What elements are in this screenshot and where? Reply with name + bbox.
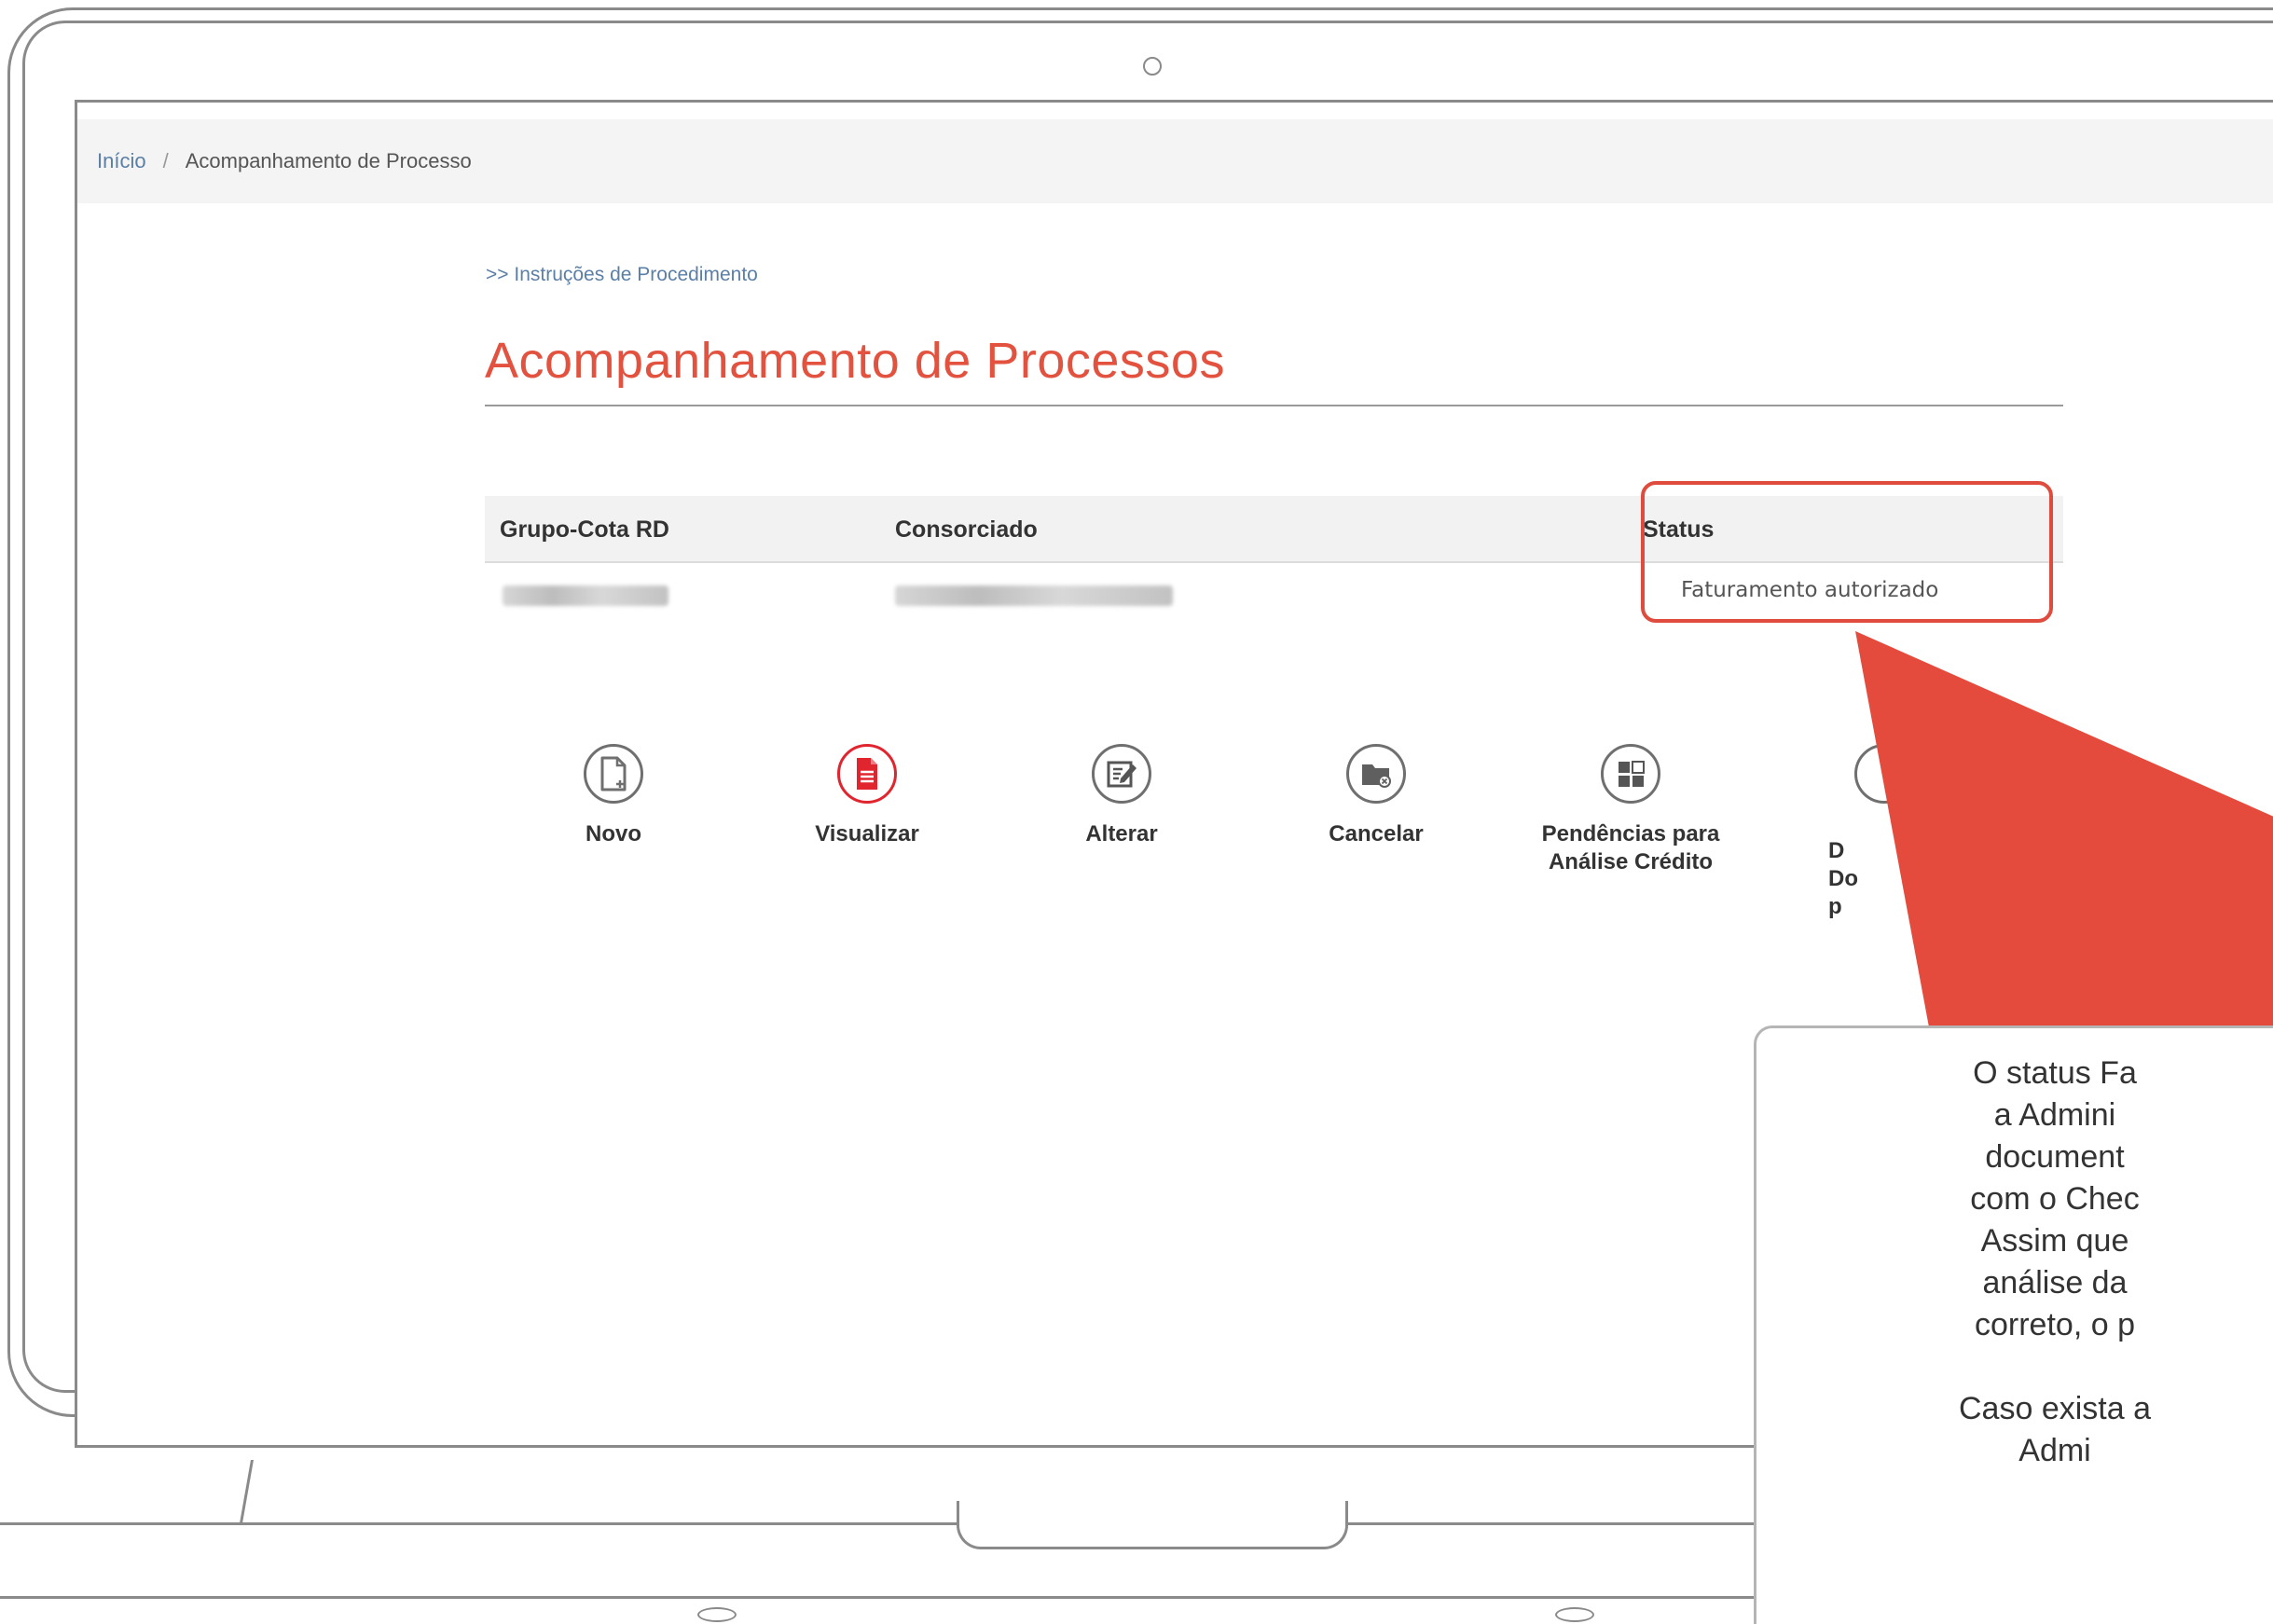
edit-icon bbox=[1092, 744, 1151, 804]
breadcrumb-home-link[interactable]: Início bbox=[97, 149, 146, 173]
breadcrumb: Início / Acompanhamento de Processo bbox=[77, 119, 2273, 203]
novo-button[interactable]: Novo bbox=[502, 744, 725, 848]
documents-label: D Do p bbox=[1828, 838, 1858, 919]
pendencias-label: Pendências para Análise Crédito bbox=[1541, 821, 1720, 874]
page-title: Acompanhamento de Processos bbox=[485, 333, 1225, 389]
callout-text: O status Fa a Admini document com o Chec… bbox=[1959, 1055, 2151, 1468]
visualizar-label: Visualizar bbox=[815, 821, 919, 846]
alterar-button[interactable]: Alterar bbox=[1010, 744, 1233, 848]
cancel-folder-icon bbox=[1346, 744, 1406, 804]
cancelar-button[interactable]: Cancelar bbox=[1264, 744, 1488, 848]
callout-box: O status Fa a Admini document com o Chec… bbox=[1754, 1025, 2273, 1624]
column-header-consorciado: Consorciado bbox=[895, 516, 1038, 543]
documents-icon bbox=[1854, 744, 1914, 804]
laptop-foot-right bbox=[1555, 1607, 1594, 1622]
view-document-icon bbox=[837, 744, 897, 804]
status-highlight-box bbox=[1641, 481, 2053, 623]
pendencias-analise-credito-button[interactable]: Pendências para Análise Crédito bbox=[1519, 744, 1743, 876]
instructions-link[interactable]: >> Instruções de Procedimento bbox=[486, 264, 758, 286]
new-document-icon bbox=[584, 744, 643, 804]
breadcrumb-current: Acompanhamento de Processo bbox=[185, 149, 472, 172]
breadcrumb-separator: / bbox=[162, 149, 169, 172]
pending-grid-icon bbox=[1601, 744, 1660, 804]
redacted-grupo-cota-cell bbox=[503, 585, 668, 606]
page-stage: Início / Acompanhamento de Processo >> I… bbox=[0, 0, 2273, 1624]
alterar-label: Alterar bbox=[1085, 821, 1158, 846]
novo-label: Novo bbox=[585, 821, 641, 846]
column-header-grupo-cota: Grupo-Cota RD bbox=[500, 516, 669, 543]
title-divider bbox=[485, 405, 2063, 406]
laptop-hinge bbox=[240, 1460, 254, 1523]
cancelar-label: Cancelar bbox=[1329, 821, 1424, 846]
documents-button[interactable]: D Do p bbox=[1772, 744, 1996, 921]
camera-icon bbox=[1143, 57, 1162, 76]
redacted-consorciado-cell bbox=[895, 585, 1173, 606]
laptop-foot-left bbox=[697, 1607, 737, 1622]
visualizar-button[interactable]: Visualizar bbox=[755, 744, 979, 848]
laptop-notch bbox=[957, 1501, 1348, 1549]
